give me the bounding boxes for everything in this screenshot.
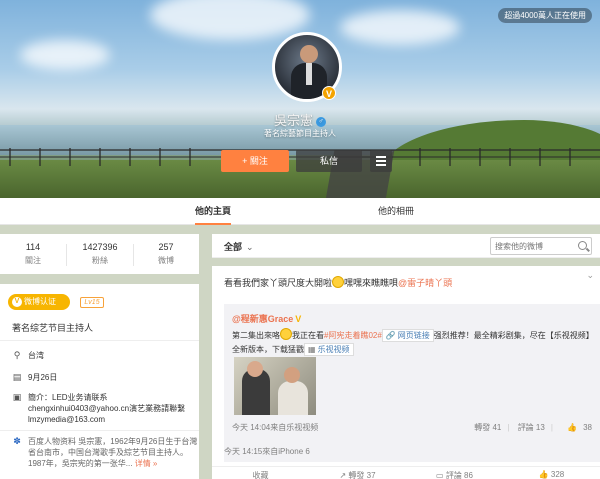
video-icon: ▦ [308, 345, 316, 354]
search-icon[interactable] [578, 241, 587, 250]
stat-followers[interactable]: 1427396 粉絲 [67, 234, 133, 274]
like-count: 328 [550, 470, 565, 479]
stat-posts-label: 微博 [158, 256, 174, 265]
post-text-part: 看看我們家丫頭尺度大開啦 [224, 278, 333, 288]
forward-count: 轉發 37 [348, 471, 376, 479]
profile-name-text: 吳宗憲 [273, 113, 313, 128]
profile-nav: 他的主頁 他的相冊 [0, 198, 600, 225]
stat-posts[interactable]: 257 微博 [133, 234, 199, 274]
like-button[interactable]: 👍 328 [503, 470, 600, 479]
stat-posts-count: 257 [158, 242, 174, 252]
tab-home[interactable]: 他的主頁 [195, 198, 232, 225]
post-text: 看看我們家丫頭尺度大開啦 嘿嘿來瞧瞧唄@雷子晴丫頭 [224, 276, 594, 290]
feed-filter-dropdown[interactable]: 全部 ⌄ [224, 240, 254, 253]
smile-emoji-icon [332, 276, 345, 288]
feed-search-input[interactable] [495, 240, 573, 253]
bio-icon: ▣ [12, 392, 22, 402]
post-meta: 今天 14:15來自iPhone 6 [224, 447, 310, 456]
profile-name: 吳宗憲 ♂ [0, 110, 600, 129]
profile-description: 著名綜藝節目主持人 [264, 129, 336, 138]
repost-like-button[interactable]: 👍 38 [561, 423, 592, 432]
bio-row: ▣ 簡介：LED业务请联系 chengxinhui0403@yahoo.cn演艺… [12, 392, 198, 425]
birthday-row: ▤ 9月26日 [12, 372, 198, 383]
stat-following-label: 關注 [25, 256, 41, 265]
feed-filter-label: 全部 [224, 242, 243, 252]
stat-following[interactable]: 114 關注 [0, 234, 66, 274]
follow-button[interactable]: + 關注 [221, 150, 289, 172]
baike-more-link[interactable]: 详情 » [135, 459, 158, 468]
repost-meta: 今天 14:04来自乐视视频 [232, 423, 319, 432]
video-link-chip[interactable]: ▦ 乐视视频 [304, 343, 354, 356]
hashtag-link[interactable]: #阿宪走着瞧02# [324, 331, 382, 340]
post-mention-link[interactable]: @雷子晴丫頭 [398, 278, 452, 288]
users-count-badge[interactable]: 超過4000萬人正在使用 [498, 8, 592, 23]
more-menu-button[interactable] [370, 150, 392, 172]
video-link-label: 乐视视频 [317, 345, 350, 354]
repost-text: 第二集出來咯 我正在看#阿宪走着瞧02# 🔗 网页链接 强烈推荐！最全精彩剧集，尽在【乐… [232, 328, 594, 357]
baike-text: 百度人物资料 吳宗憲，1962年9月26日生于台灣省台南市，中国台灣歌手及綜艺节… [28, 437, 198, 468]
comment-button[interactable]: ▭ 評論 86 [406, 470, 503, 479]
feed-post-card: ⌄ 看看我們家丫頭尺度大開啦 嘿嘿來瞧瞧唄@雷子晴丫頭 @程新惠Grace V 第二… [212, 266, 600, 479]
comment-count: 評論 86 [445, 471, 473, 479]
link-icon: 🔗 [385, 331, 396, 340]
repost-box: @程新惠Grace V 第二集出來咯 我正在看#阿宪走着瞧02# 🔗 网页链接 强烈推荐！… [224, 304, 600, 462]
birthday-text: 9月26日 [28, 373, 58, 382]
profile-info-panel: V 微博认证 Lv15 著名综艺节目主持人 ⚲ 台湾 ▤ 9月26日 ▣ 簡介：… [0, 284, 199, 479]
message-button[interactable]: 私信 [296, 150, 362, 172]
repost-author-link[interactable]: @程新惠Grace V [232, 312, 304, 325]
location-text: 台湾 [28, 351, 44, 360]
tab-photos[interactable]: 他的相冊 [378, 198, 414, 225]
verify-label: 微博认证 [24, 297, 56, 306]
stat-followers-count: 1427396 [82, 242, 118, 252]
repost-text-part: 第二集出來咯 [232, 331, 280, 340]
feed-header: 全部 ⌄ [212, 234, 600, 258]
verified-icon: V [295, 314, 302, 324]
thumbs-up-icon: 👍 [538, 470, 551, 479]
repost-author-name: @程新惠Grace [232, 314, 294, 324]
baidu-paw-icon: ✽ [13, 436, 21, 446]
verify-button[interactable]: V 微博认证 [8, 294, 70, 310]
thumbs-up-icon: 👍 [567, 423, 578, 432]
bio-text: 簡介：LED业务请联系 chengxinhui0403@yahoo.cn演艺業務… [28, 393, 186, 424]
location-pin-icon: ⚲ [13, 350, 21, 360]
verified-title: 著名综艺节目主持人 [12, 323, 94, 333]
chevron-down-icon: ⌄ [246, 242, 254, 252]
verified-badge-icon: V [322, 86, 336, 100]
comment-icon: ▭ [436, 471, 446, 479]
feed-search [490, 237, 592, 255]
level-badge[interactable]: Lv15 [80, 297, 104, 308]
location-row: ⚲ 台湾 [12, 350, 198, 361]
repost-comment-button[interactable]: 評論 13 [518, 423, 545, 432]
stat-followers-label: 粉絲 [92, 256, 108, 265]
laugh-emoji-icon [280, 328, 292, 340]
repost-text-part: 我正在看 [292, 331, 324, 340]
web-link-label: 网页链接 [397, 331, 430, 340]
profile-stats: 114 關注 1427396 粉絲 257 微博 [0, 234, 199, 274]
repost-actions: 轉發 41 | 評論 13 | 👍 38 [474, 423, 592, 432]
menu-icon [376, 156, 386, 158]
repost-forward-button[interactable]: 轉發 41 [474, 423, 501, 432]
repost-like-count: 38 [583, 423, 592, 432]
baike-row: ✽ 百度人物资料 吳宗憲，1962年9月26日生于台灣省台南市，中国台灣歌手及綜… [12, 436, 198, 469]
post-action-bar: 收藏 ↗ 轉發 37 ▭ 評論 86 👍 328 [212, 466, 600, 479]
video-thumbnail[interactable] [234, 357, 316, 415]
cake-icon: ▤ [12, 372, 22, 382]
favorite-button[interactable]: 收藏 [212, 470, 309, 479]
forward-button[interactable]: ↗ 轉發 37 [309, 470, 406, 479]
male-icon: ♂ [316, 116, 326, 127]
post-text-part: 嘿嘿來瞧瞧唄 [344, 278, 399, 288]
verified-icon: V [12, 297, 22, 307]
web-link-chip[interactable]: 🔗 网页链接 [381, 329, 434, 342]
stat-following-count: 114 [25, 242, 41, 252]
